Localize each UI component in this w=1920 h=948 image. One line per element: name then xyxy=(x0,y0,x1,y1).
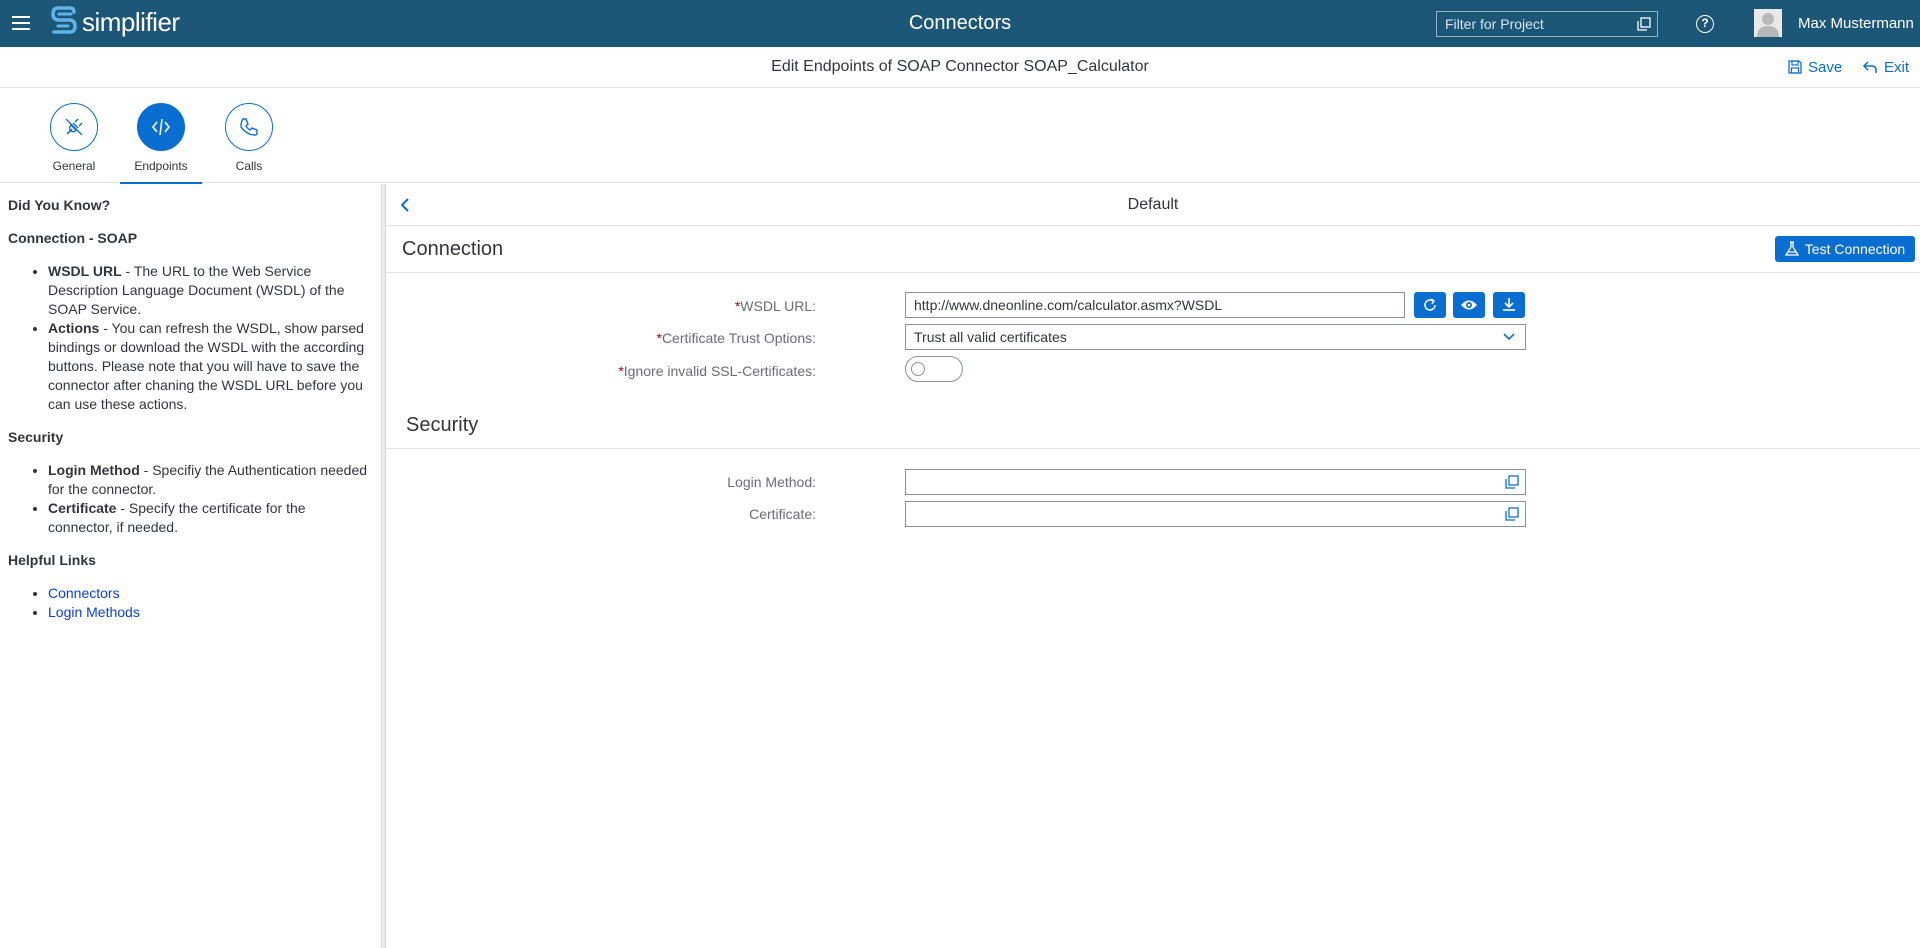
wsdl-url-label-text: WSDL URL: xyxy=(740,298,816,314)
save-label: Save xyxy=(1808,58,1843,76)
help-security-heading: Security xyxy=(8,429,64,445)
help-connection-list: WSDL URL - The URL to the Web Service De… xyxy=(48,262,373,414)
exit-button[interactable]: Exit xyxy=(1862,57,1909,77)
divider xyxy=(386,272,1920,273)
hamburger-menu-icon[interactable] xyxy=(10,12,32,34)
cert-trust-label-text: Certificate Trust Options: xyxy=(661,330,816,346)
logo[interactable]: simplifier xyxy=(50,6,180,38)
chevron-down-icon[interactable] xyxy=(1493,325,1525,349)
refresh-icon xyxy=(1424,298,1436,311)
help-term: Certificate xyxy=(48,500,117,516)
plug-icon xyxy=(50,103,98,151)
help-security-list: Login Method - Specifiy the Authenticati… xyxy=(48,461,373,537)
ignore-ssl-label: *Ignore invalid SSL-Certificates: xyxy=(386,363,816,379)
logo-text: simplifier xyxy=(82,6,180,37)
link-login-methods[interactable]: Login Methods xyxy=(48,604,140,620)
divider xyxy=(386,448,1920,449)
list-item: Certificate - Specify the certificate fo… xyxy=(48,499,373,537)
phone-icon xyxy=(225,103,273,151)
certificate-label: Certificate: xyxy=(749,506,816,522)
certificate-input[interactable] xyxy=(906,502,1499,526)
page-title: Edit Endpoints of SOAP Connector SOAP_Ca… xyxy=(771,58,1149,75)
cert-trust-value: Trust all valid certificates xyxy=(914,329,1067,345)
save-button[interactable]: Save xyxy=(1788,57,1842,77)
show-bindings-button[interactable] xyxy=(1453,292,1485,318)
login-method-input[interactable] xyxy=(906,470,1499,494)
value-help-icon[interactable] xyxy=(1499,502,1525,526)
help-connection-heading: Connection - SOAP xyxy=(8,230,138,246)
help-panel: Did You Know? Connection - SOAP WSDL URL… xyxy=(0,184,381,948)
tab-general-label: General xyxy=(52,159,96,173)
list-item: Login Methods xyxy=(48,603,373,622)
help-links-list: Connectors Login Methods xyxy=(48,584,373,622)
login-method-field[interactable] xyxy=(905,469,1526,495)
detail-nav-header: Default xyxy=(386,184,1920,226)
help-heading: Did You Know? xyxy=(8,197,111,213)
detail-title: Default xyxy=(1127,196,1179,213)
ignore-ssl-label-text: Ignore invalid SSL-Certificates: xyxy=(623,363,816,379)
help-term: Login Method xyxy=(48,462,140,478)
cert-trust-select[interactable]: Trust all valid certificates xyxy=(905,324,1526,350)
switch-knob xyxy=(911,362,925,376)
avatar[interactable] xyxy=(1754,9,1782,37)
shell-bar: simplifier Connectors ? Max Mustermann xyxy=(0,0,1920,47)
flask-icon xyxy=(1784,241,1799,256)
undo-icon xyxy=(1862,61,1877,73)
wsdl-url-field[interactable] xyxy=(905,292,1405,318)
project-filter[interactable] xyxy=(1436,11,1658,37)
tab-general[interactable]: General xyxy=(34,103,114,173)
list-item: Actions - You can refresh the WSDL, show… xyxy=(48,319,373,414)
certificate-field[interactable] xyxy=(905,501,1526,527)
user-name[interactable]: Max Mustermann xyxy=(1798,0,1914,47)
page-header: Edit Endpoints of SOAP Connector SOAP_Ca… xyxy=(0,47,1920,88)
icon-tab-bar: General Endpoints Calls xyxy=(0,88,1920,185)
project-filter-input[interactable] xyxy=(1437,16,1634,32)
value-help-icon[interactable] xyxy=(1499,470,1525,494)
help-icon[interactable]: ? xyxy=(1696,15,1714,33)
list-item: WSDL URL - The URL to the Web Service De… xyxy=(48,262,373,319)
endpoints-icon xyxy=(137,103,185,151)
tab-endpoints[interactable]: Endpoints xyxy=(120,103,202,185)
wsdl-url-label: *WSDL URL: xyxy=(386,298,816,314)
login-method-label: Login Method: xyxy=(727,474,816,490)
detail-page: Default Connection Test Connection *WSDL… xyxy=(386,184,1920,948)
cert-trust-label: *Certificate Trust Options: xyxy=(386,330,816,346)
wsdl-url-input[interactable] xyxy=(906,293,1404,317)
ignore-ssl-switch[interactable] xyxy=(905,356,963,382)
tab-calls[interactable]: Calls xyxy=(209,103,289,173)
help-term: Actions xyxy=(48,320,100,336)
download-wsdl-button[interactable] xyxy=(1493,292,1525,318)
connection-section-title: Connection xyxy=(402,238,504,260)
security-section-title: Security xyxy=(406,414,479,436)
tab-calls-label: Calls xyxy=(235,159,263,173)
tab-endpoints-label: Endpoints xyxy=(134,159,188,173)
list-item: Connectors xyxy=(48,584,373,603)
save-icon xyxy=(1788,60,1802,74)
link-connectors[interactable]: Connectors xyxy=(48,585,120,601)
exit-label: Exit xyxy=(1884,58,1910,76)
download-icon xyxy=(1503,298,1515,311)
test-connection-button[interactable]: Test Connection xyxy=(1775,236,1915,262)
help-links-heading: Helpful Links xyxy=(8,552,96,568)
help-term: WSDL URL xyxy=(48,263,122,279)
list-item: Login Method - Specifiy the Authenticati… xyxy=(48,461,373,499)
test-connection-label: Test Connection xyxy=(1804,241,1906,257)
eye-icon xyxy=(1461,300,1477,310)
refresh-wsdl-button[interactable] xyxy=(1414,292,1446,318)
simplifier-logo-icon xyxy=(51,6,77,34)
value-help-icon[interactable] xyxy=(1634,13,1653,35)
